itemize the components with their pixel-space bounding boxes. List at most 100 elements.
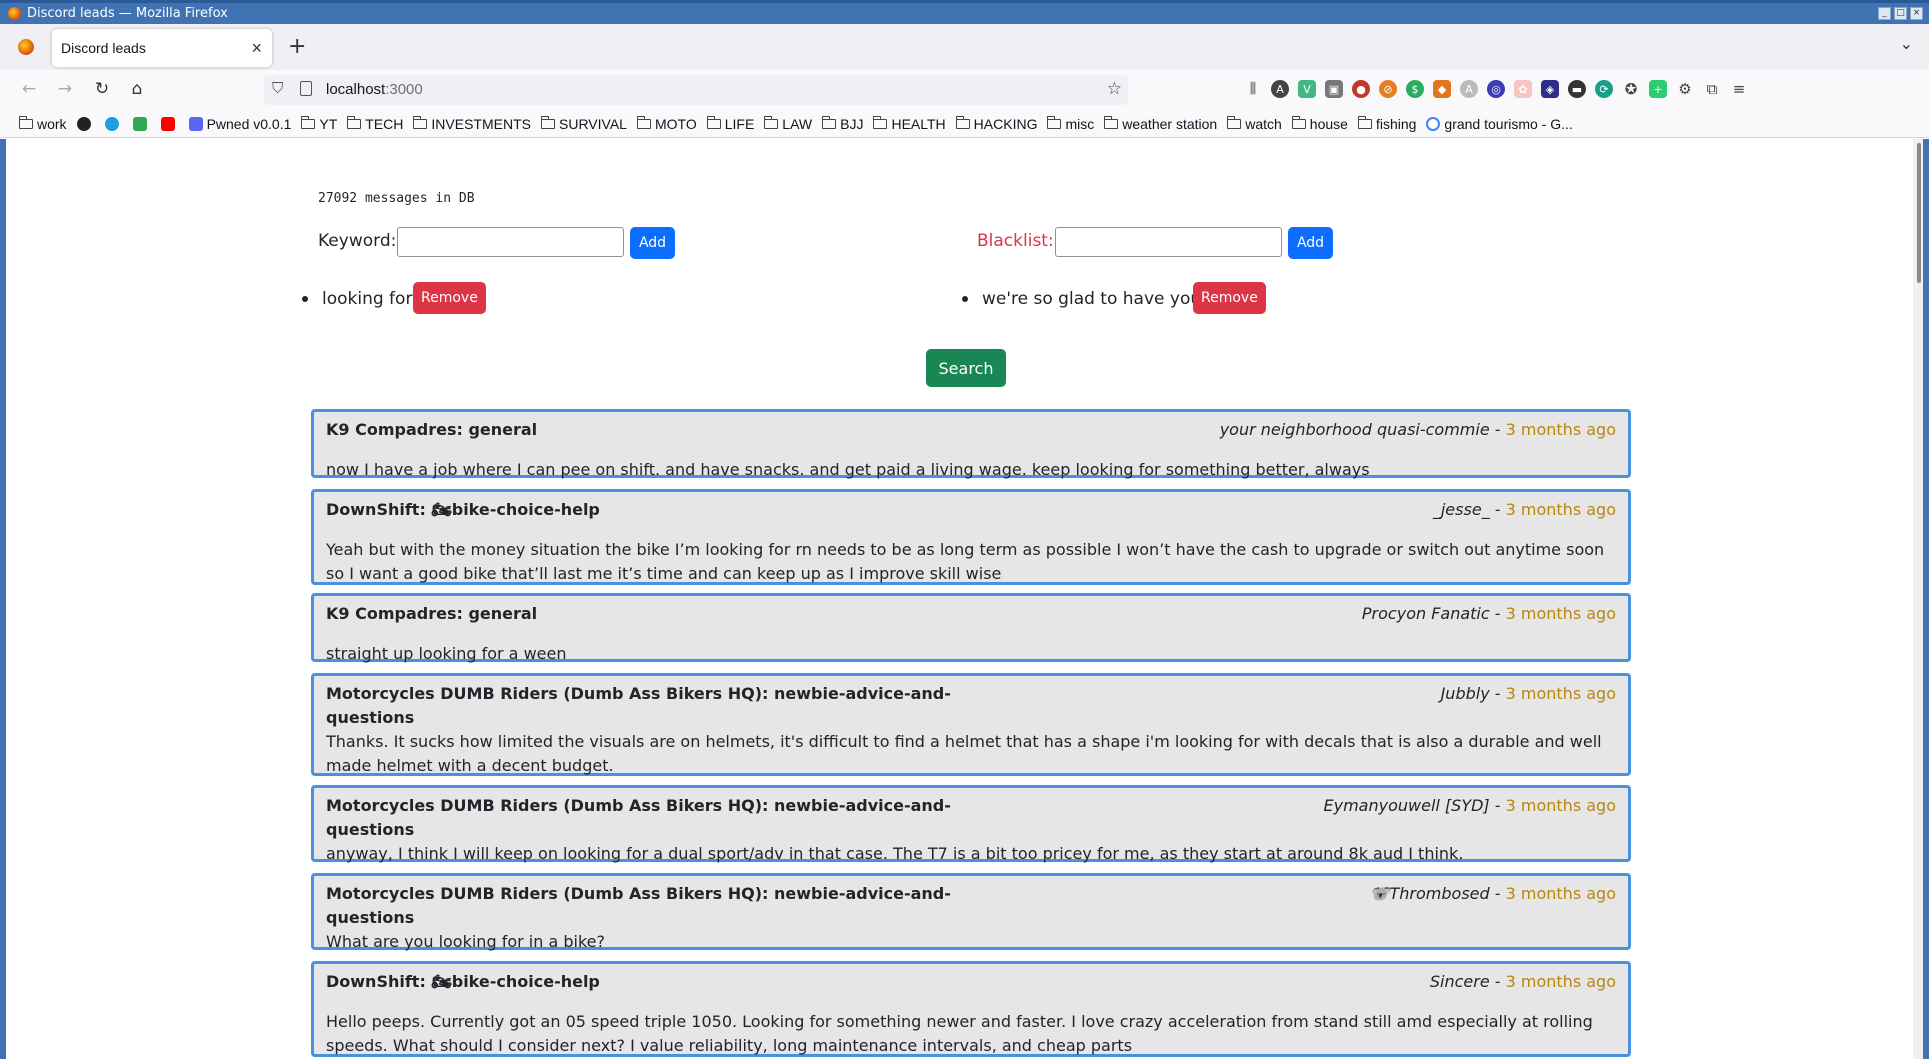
bookmark-item[interactable] [132, 116, 151, 131]
bookmark-label: HACKING [973, 115, 1038, 132]
hat-extension-icon[interactable]: ▬ [1568, 80, 1586, 98]
tab-strip: Discord leads × + ⌄ [0, 24, 1929, 70]
time-ago: 3 months ago [1505, 796, 1616, 815]
minimize-icon[interactable]: _ [1878, 7, 1891, 20]
message-meta: your neighborhood quasi-commie - 3 month… [1220, 418, 1616, 442]
folder-icon [822, 115, 837, 129]
bookmark-item[interactable]: SURVIVAL [541, 115, 627, 132]
folder-icon [873, 115, 888, 129]
money-extension-icon[interactable]: $ [1406, 80, 1424, 98]
adblock-icon[interactable]: A [1460, 80, 1478, 98]
navigation-bar: ← → ↻ ⌂ ⛉ localhost:3000 ☆ ⫼ A V ▣ ● ⊘ $… [0, 70, 1929, 110]
bookmark-item[interactable]: LIFE [706, 115, 754, 132]
author-name: Jubbly [1440, 684, 1490, 703]
library-icon[interactable]: ⫼ [1244, 80, 1262, 98]
add-keyword-button[interactable]: Add [630, 227, 675, 259]
maximize-icon[interactable]: □ [1894, 7, 1907, 20]
blacklist-term-item: we're so glad to have you [962, 289, 1201, 309]
bookmark-item[interactable]: house [1291, 115, 1348, 132]
bookmark-item[interactable]: misc [1047, 115, 1094, 132]
card-header: DownShift: 🏍bike-choice-help _jesse_ - 3 … [326, 498, 1616, 522]
bookmark-item[interactable]: MOTO [636, 115, 697, 132]
bookmark-item[interactable] [160, 116, 179, 131]
remove-keyword-button[interactable]: Remove [413, 282, 486, 314]
reload-icon[interactable]: ↻ [91, 79, 113, 99]
url-bar[interactable]: ⛉ localhost:3000 ☆ [264, 75, 1128, 105]
sync-extension-icon[interactable]: ⟳ [1595, 80, 1613, 98]
author-name: _jesse_ [1432, 500, 1490, 519]
bookmark-item[interactable]: work [19, 115, 67, 132]
metamask-icon[interactable]: ◆ [1433, 80, 1451, 98]
message-text: anyway, I think I will keep on looking f… [326, 844, 1464, 863]
message-text: straight up looking for a ween [326, 644, 567, 663]
blacklist-input[interactable] [1055, 227, 1282, 257]
bookmark-label: work [37, 115, 67, 132]
home-icon[interactable]: ⌂ [126, 79, 148, 99]
meta-separator: - [1489, 884, 1506, 903]
bookmark-star-icon[interactable]: ☆ [1107, 79, 1122, 99]
scrollbar-thumb[interactable] [1917, 143, 1921, 283]
vue-devtools-icon[interactable]: V [1298, 80, 1316, 98]
close-window-icon[interactable]: × [1910, 7, 1923, 20]
bookmark-item[interactable] [104, 116, 123, 131]
list-all-tabs-icon[interactable]: ⌄ [1900, 34, 1913, 53]
channel-name: Motorcycles DUMB Riders (Dumb Ass Bikers… [326, 884, 951, 927]
close-tab-icon[interactable]: × [251, 38, 262, 59]
bookmark-item[interactable] [76, 116, 95, 131]
bookmark-item[interactable]: BJJ [822, 115, 863, 132]
proxy-extension-icon[interactable]: ◎ [1487, 80, 1505, 98]
folder-icon [1227, 115, 1242, 129]
pink-extension-icon[interactable]: ✿ [1514, 80, 1532, 98]
plus-extension-icon[interactable]: + [1649, 80, 1667, 98]
bookmark-item[interactable]: fishing [1357, 115, 1416, 132]
settings-extension-icon[interactable]: ⚙ [1676, 80, 1694, 98]
card-header: K9 Compadres: general Procyon Fanatic - 3… [326, 602, 1616, 626]
shield-icon[interactable]: ⛉ [272, 80, 283, 97]
back-icon[interactable]: ← [18, 79, 40, 99]
bookmark-label: weather station [1122, 115, 1218, 132]
extensions-icon[interactable]: ⧉ [1703, 80, 1721, 98]
bookmark-item[interactable]: LAW [764, 115, 812, 132]
keyword-input[interactable] [397, 227, 624, 257]
card-header: DownShift: 🏍bike-choice-help Sincere - 3 … [326, 970, 1616, 994]
bookmark-item[interactable]: Pwned v0.0.1 [188, 116, 291, 132]
page-scrollbar[interactable] [1913, 139, 1923, 1059]
blocker-extension-icon[interactable]: ⊘ [1379, 80, 1397, 98]
search-button[interactable]: Search [926, 349, 1006, 387]
menu-icon[interactable]: ≡ [1730, 80, 1748, 98]
message-card: Motorcycles DUMB Riders (Dumb Ass Bikers… [311, 785, 1631, 863]
page-info-icon[interactable] [300, 81, 312, 96]
cookie-extension-icon[interactable]: ● [1352, 80, 1370, 98]
image-extension-icon[interactable]: ▣ [1325, 80, 1343, 98]
cookie-icon[interactable]: ✪ [1622, 80, 1640, 98]
new-tab-icon[interactable]: + [288, 34, 306, 59]
bookmark-item[interactable]: grand tourismo - G... [1426, 116, 1573, 132]
add-blacklist-button[interactable]: Add [1288, 227, 1333, 259]
channel-name: DownShift: 🏍bike-choice-help [326, 972, 600, 991]
time-ago: 3 months ago [1505, 500, 1616, 519]
bookmark-item[interactable]: INVESTMENTS [413, 115, 531, 132]
bookmark-label: watch [1245, 115, 1282, 132]
folder-icon [1104, 115, 1119, 129]
bookmark-item[interactable]: watch [1227, 115, 1282, 132]
bookmark-item[interactable]: YT [301, 115, 337, 132]
bookmark-item[interactable]: HEALTH [873, 115, 946, 132]
url-text: localhost:3000 [326, 81, 423, 98]
cube-extension-icon[interactable]: ◈ [1541, 80, 1559, 98]
message-card: DownShift: 🏍bike-choice-help _jesse_ - 3 … [311, 489, 1631, 585]
meta-separator: - [1489, 604, 1506, 623]
bookmark-item[interactable]: HACKING [955, 115, 1038, 132]
forward-icon[interactable]: → [54, 79, 76, 99]
e-icon [104, 116, 119, 131]
meta-separator: - [1489, 420, 1506, 439]
bookmark-item[interactable]: TECH [347, 115, 403, 132]
folder-icon [636, 115, 651, 129]
firefox-view-icon[interactable] [18, 39, 34, 55]
account-icon[interactable]: A [1271, 80, 1289, 98]
folder-icon [301, 115, 316, 129]
bullet [302, 296, 308, 302]
bookmark-item[interactable]: weather station [1104, 115, 1218, 132]
channel-name: K9 Compadres: general [326, 604, 538, 623]
remove-blacklist-button[interactable]: Remove [1193, 282, 1266, 314]
tab-discord-leads[interactable]: Discord leads × [52, 29, 272, 67]
